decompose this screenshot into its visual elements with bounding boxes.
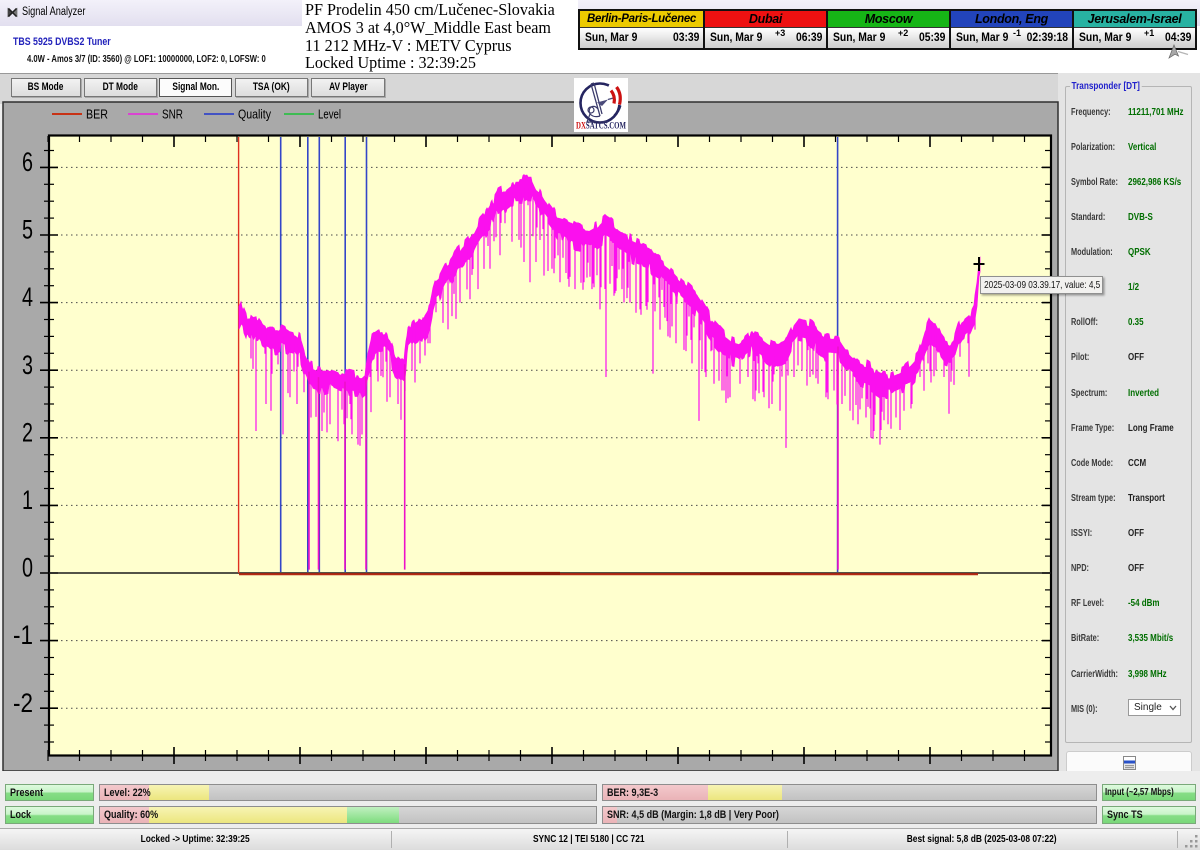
svg-text:SNR: SNR [162,108,183,122]
svg-text:2: 2 [22,417,33,447]
svg-text:Level: Level [318,108,341,122]
svg-text:6: 6 [22,147,33,177]
svg-text:0: 0 [22,553,33,583]
svg-text:-1: -1 [13,620,33,650]
svg-text:BER: BER [86,108,108,122]
svg-text:DXSATCS.COM: DXSATCS.COM [576,122,626,132]
svg-text:Quality: Quality [238,108,272,122]
svg-text:5: 5 [22,215,33,245]
svg-text:1: 1 [22,485,33,515]
svg-text:4: 4 [22,282,33,312]
svg-text:3: 3 [22,350,33,380]
svg-text:-2: -2 [13,688,33,718]
